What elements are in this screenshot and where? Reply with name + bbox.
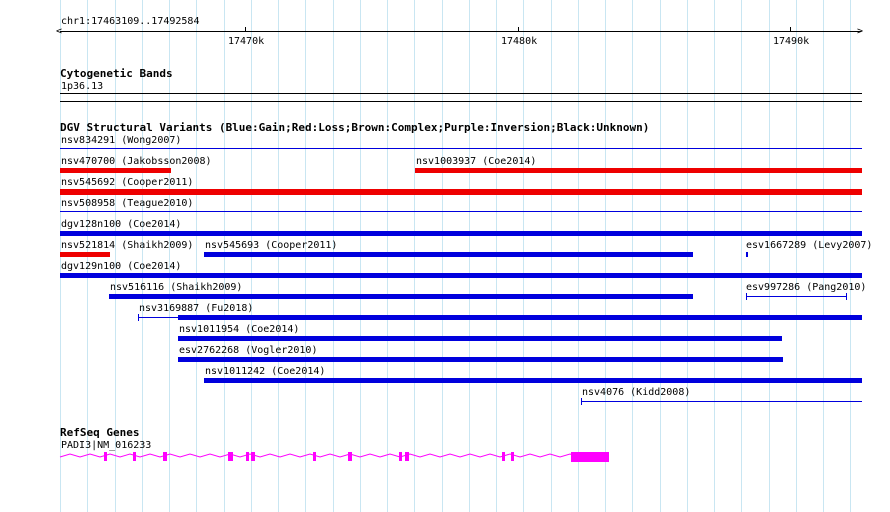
gene-exon-utr: [571, 452, 609, 462]
variant-label[interactable]: nsv545693 (Cooper2011): [205, 240, 337, 251]
variant-bar-gain[interactable]: [178, 336, 782, 341]
grid-line: [850, 0, 851, 512]
ruler-right-arrow: >: [857, 26, 864, 37]
variant-bar-gain[interactable]: [60, 231, 862, 236]
cytoband-label: 1p36.13: [61, 81, 104, 92]
dgv-track-title: DGV Structural Variants (Blue:Gain;Red:L…: [60, 121, 650, 134]
variant-label[interactable]: nsv545692 (Cooper2011): [61, 177, 193, 188]
ruler-tick: [790, 27, 791, 32]
variant-label[interactable]: nsv834291 (Wong2007): [61, 135, 181, 146]
ruler-tick: [245, 27, 246, 32]
variant-label[interactable]: nsv1003937 (Coe2014): [416, 156, 536, 167]
ruler-tick: [518, 27, 519, 32]
variant-bar-gain[interactable]: [60, 148, 862, 149]
variant-label[interactable]: dgv128n100 (Coe2014): [61, 219, 181, 230]
gene-exon: [511, 452, 514, 461]
gene-exon: [251, 452, 255, 461]
grid-line: [796, 0, 797, 512]
variant-bar-gain[interactable]: [746, 252, 748, 257]
genome-browser: chr1:17463109..17492584 < > 17470k 17480…: [0, 0, 890, 512]
gene-exon: [133, 452, 136, 461]
variant-label[interactable]: esv997286 (Pang2010): [746, 282, 866, 293]
variant-bar-gain[interactable]: [178, 357, 783, 362]
variant-end-cap: [746, 293, 747, 300]
gene-model-padi3[interactable]: [0, 443, 890, 473]
cytoband-line: [60, 101, 862, 102]
ruler-tick-label: 17470k: [228, 36, 265, 47]
cytoband-track-title: Cytogenetic Bands: [60, 67, 173, 80]
variant-label[interactable]: esv2762268 (Vogler2010): [179, 345, 317, 356]
gene-exon: [405, 452, 409, 461]
grid-line: [741, 0, 742, 512]
variant-label[interactable]: nsv1011242 (Coe2014): [205, 366, 325, 377]
variant-bar-gain[interactable]: [178, 315, 862, 320]
variant-end-cap: [138, 314, 139, 321]
ruler-tick-label: 17480k: [501, 36, 538, 47]
variant-label[interactable]: nsv4076 (Kidd2008): [582, 387, 690, 398]
variant-label[interactable]: nsv3169887 (Fu2018): [139, 303, 253, 314]
cytoband-line: [60, 93, 862, 94]
variant-bar-gain[interactable]: [204, 378, 862, 383]
gene-intron-line: [59, 453, 609, 458]
gene-exon: [246, 452, 249, 461]
variant-bar-gain[interactable]: [204, 252, 693, 257]
variant-bar-gain[interactable]: [746, 296, 847, 297]
variant-end-cap: [846, 293, 847, 300]
variant-bar-loss[interactable]: [60, 168, 171, 173]
gene-exon: [163, 452, 167, 461]
gene-exon: [313, 452, 316, 461]
ruler-tick-label: 17490k: [773, 36, 810, 47]
variant-bar-gain[interactable]: [581, 401, 862, 402]
location-label: chr1:17463109..17492584: [61, 16, 200, 27]
grid-line: [196, 0, 197, 512]
variant-bar-gain[interactable]: [109, 294, 693, 299]
variant-label[interactable]: esv1667289 (Levy2007): [746, 240, 872, 251]
variant-bar-loss[interactable]: [60, 189, 862, 195]
grid-line: [823, 0, 824, 512]
grid-line: [714, 0, 715, 512]
variant-label[interactable]: nsv508958 (Teague2010): [61, 198, 193, 209]
refseq-track-title: RefSeq Genes: [60, 426, 140, 439]
gene-exon: [228, 452, 233, 461]
variant-bar-loss[interactable]: [60, 252, 110, 257]
variant-label[interactable]: nsv470700 (Jakobsson2008): [61, 156, 212, 167]
gene-exon: [502, 452, 505, 461]
variant-bar-gain[interactable]: [60, 273, 862, 278]
gene-exon: [348, 452, 352, 461]
variant-label[interactable]: dgv129n100 (Coe2014): [61, 261, 181, 272]
variant-bar-loss[interactable]: [415, 168, 862, 173]
ruler-axis: [60, 31, 861, 32]
gene-exon: [399, 452, 402, 461]
ruler-left-arrow: <: [56, 26, 63, 37]
variant-label[interactable]: nsv521814 (Shaikh2009): [61, 240, 193, 251]
gene-exon: [104, 452, 107, 461]
variant-label[interactable]: nsv1011954 (Coe2014): [179, 324, 299, 335]
grid-line: [769, 0, 770, 512]
variant-end-cap: [581, 398, 582, 405]
variant-bar-gain[interactable]: [60, 211, 862, 212]
variant-label[interactable]: nsv516116 (Shaikh2009): [110, 282, 242, 293]
